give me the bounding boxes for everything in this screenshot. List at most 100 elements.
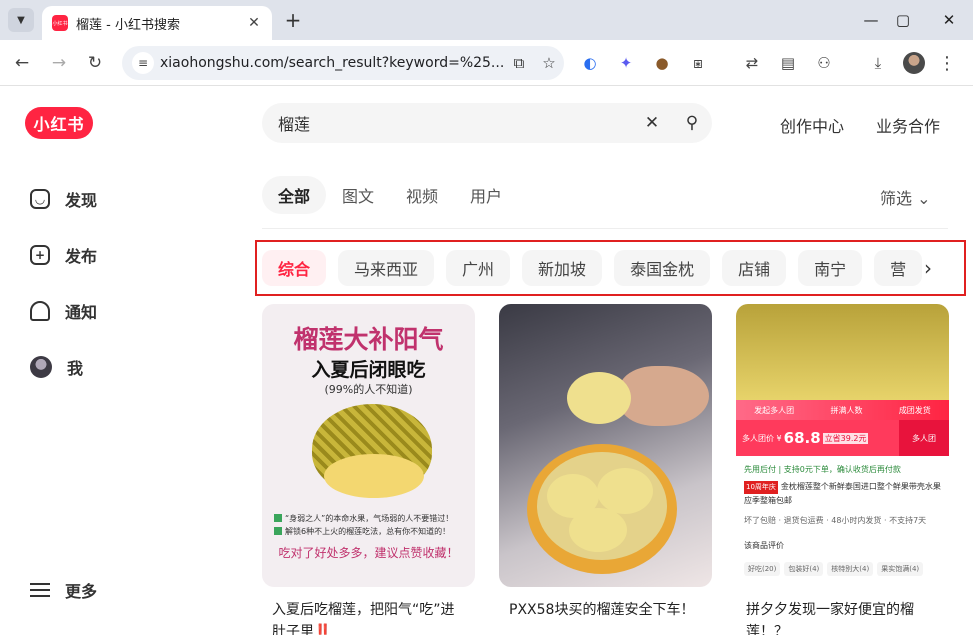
password-icon[interactable]: ⚇ — [812, 51, 836, 75]
xiaohongshu-logo[interactable]: 小红书 — [25, 107, 93, 139]
tab-all[interactable]: 全部 — [262, 176, 327, 214]
note-cover[interactable]: 榴莲大补阳气 入夏后闭眼吃 (99%的人不知道) “身弱之人”的本命水果，气场弱… — [262, 304, 475, 587]
sidebar-item-me[interactable]: 我 — [30, 353, 83, 381]
forward-icon[interactable]: → — [47, 51, 71, 75]
review-tag: 核特别大(4) — [827, 562, 874, 576]
note-card[interactable]: PXX58块买的榴莲安全下车！ — [499, 304, 712, 635]
sidebar-item-label: 更多 — [65, 582, 98, 601]
filter-button[interactable]: 筛选 ⌄ — [880, 185, 931, 209]
durian-piece — [567, 372, 631, 424]
sidebar-item-discover[interactable]: ◡ 发现 — [30, 185, 97, 213]
business-link[interactable]: 业务合作 — [876, 113, 940, 137]
check-icon — [274, 514, 282, 522]
product-title: 10周年庆 金枕榴莲整个新鲜泰国进口整个鲜果带壳水果应季整箱包邮 — [744, 481, 941, 505]
note-card[interactable]: 发起多人团 拼满人数 成团发货 多人团价 ¥68.8 立省39.2元 多人团 先用后… — [736, 304, 949, 635]
promo-line: 先用后付 | 支持0元下单，确认收货后再付款 — [744, 465, 901, 474]
tab-image-text[interactable]: 图文 — [326, 176, 390, 214]
reload-icon[interactable]: ↻ — [83, 51, 107, 75]
cover-line: 解锁6种不上火的榴莲吃法，总有你不知道的！ — [274, 526, 467, 537]
new-tab-icon[interactable]: + — [282, 8, 304, 32]
chevron-down-icon: ⌄ — [917, 189, 931, 208]
chip[interactable]: 南宁 — [798, 250, 863, 286]
plus-icon: + — [30, 245, 50, 265]
sidebar-item-publish[interactable]: + 发布 — [30, 241, 97, 269]
tab-title: 榴莲 - 小红书搜索 — [76, 17, 180, 33]
creator-center-link[interactable]: 创作中心 — [780, 113, 844, 137]
durian-piece — [597, 468, 653, 514]
bell-icon — [30, 301, 50, 321]
tab-close-icon[interactable]: ✕ — [244, 13, 264, 33]
note-cover[interactable] — [499, 304, 712, 587]
sidebar-item-label: 发现 — [65, 191, 98, 210]
cover-heading: 榴莲大补阳气 — [293, 325, 444, 354]
review-tag: 包装好(4) — [784, 562, 824, 576]
chip[interactable]: 店铺 — [722, 250, 787, 286]
cover-line: “身弱之人”的本命水果，气场弱的人不要错过！ — [274, 513, 467, 524]
note-title[interactable]: PXX58块买的榴莲安全下车！ — [499, 599, 712, 635]
clear-icon[interactable]: ✕ — [632, 103, 672, 143]
back-icon[interactable]: ← — [10, 51, 34, 75]
chip[interactable]: 营 — [874, 250, 922, 286]
filter-label: 筛选 — [880, 189, 913, 208]
chip[interactable]: 泰国金枕 — [614, 250, 711, 286]
menu-icon — [30, 583, 50, 597]
sidebar-item-notifications[interactable]: 通知 — [30, 297, 97, 325]
xiaohongshu-favicon: 小红书 — [52, 15, 68, 31]
chip-comprehensive[interactable]: 综合 — [262, 250, 327, 286]
service-line: 坏了包赔 · 退货包运费 · 48小时内发货 · 不支持7天 — [744, 516, 927, 525]
window-close-icon[interactable]: ✕ — [934, 8, 964, 32]
cover-subheading: 入夏后闭眼吃 — [311, 359, 426, 381]
url-text[interactable]: xiaohongshu.com/search_result?keyword=%2… — [160, 55, 504, 71]
note-title[interactable]: 拼夕夕发现一家好便宜的榴莲！？ — [736, 599, 949, 635]
browser-tab[interactable]: 小红书 榴莲 - 小红书搜索 ✕ — [42, 6, 272, 40]
note-cover[interactable]: 发起多人团 拼满人数 成团发货 多人团价 ¥68.8 立省39.2元 多人团 先用后… — [736, 304, 949, 587]
review-line: 该商品评价 — [744, 541, 784, 550]
translate-icon[interactable]: ⇄ — [740, 51, 764, 75]
chip[interactable]: 马来西亚 — [338, 250, 435, 286]
cover-footer: 吃对了好处多多，建议点赞收藏！ — [278, 546, 459, 560]
address-bar[interactable]: ≡ xiaohongshu.com/search_result?keyword=… — [122, 46, 564, 80]
extension-c-icon[interactable]: ◐ — [578, 51, 602, 75]
tab-video[interactable]: 视频 — [390, 176, 454, 214]
result-tabs: 全部 图文 视频 用户 — [262, 176, 518, 214]
more-menu-icon[interactable]: ⋮ — [935, 51, 959, 75]
minimize-icon[interactable]: — — [856, 8, 886, 32]
durian-flesh-image — [324, 454, 424, 498]
cover-note: (99%的人不知道) — [324, 383, 413, 396]
browser-toolbar: ← → ↻ ≡ xiaohongshu.com/search_result?ke… — [0, 40, 973, 86]
chip[interactable]: 新加坡 — [522, 250, 603, 286]
note-title[interactable]: 入夏后吃榴莲，把阳气“吃”进肚子里‼️ — [262, 599, 475, 635]
download-icon[interactable]: ⤓ — [866, 51, 890, 75]
search-input[interactable] — [278, 113, 632, 133]
home-icon: ◡ — [30, 189, 50, 209]
avatar — [30, 356, 52, 378]
install-app-icon[interactable]: ⧉ — [504, 48, 534, 78]
site-info-icon[interactable]: ≡ — [132, 52, 154, 74]
maximize-icon[interactable]: ▢ — [888, 8, 918, 32]
reading-list-icon[interactable]: ▤ — [776, 51, 800, 75]
bookmark-star-icon[interactable]: ☆ — [534, 48, 564, 78]
chevron-right-icon[interactable]: › — [916, 256, 940, 280]
hand-image — [619, 366, 709, 426]
tab-search-icon[interactable]: ▼ — [8, 8, 34, 32]
review-tag: 果实饱满(4) — [877, 562, 924, 576]
cookie-icon[interactable]: ● — [650, 51, 674, 75]
sidebar-item-label: 我 — [67, 359, 84, 378]
durian-piece — [569, 508, 627, 552]
tab-users[interactable]: 用户 — [454, 176, 518, 214]
divider — [262, 228, 948, 229]
profile-avatar[interactable] — [903, 52, 925, 74]
extensions-puzzle-icon[interactable]: ⧆ — [686, 51, 710, 75]
sidebar-item-label: 通知 — [65, 303, 98, 322]
keyword-chips: 综合 马来西亚 广州 新加坡 泰国金枕 店铺 南宁 营 — [262, 250, 922, 286]
sidebar-item-more[interactable]: 更多 — [30, 576, 97, 604]
review-tag: 好吃(20) — [744, 562, 781, 576]
check-icon — [274, 527, 282, 535]
search-box: ✕ ⚲ — [262, 103, 712, 143]
extension-bolt-icon[interactable]: ✦ — [614, 51, 638, 75]
note-card[interactable]: 榴莲大补阳气 入夏后闭眼吃 (99%的人不知道) “身弱之人”的本命水果，气场弱… — [262, 304, 475, 635]
search-icon[interactable]: ⚲ — [672, 103, 712, 143]
chip[interactable]: 广州 — [446, 250, 511, 286]
price-side: 多人团 — [899, 420, 949, 456]
durian-image — [736, 304, 949, 400]
